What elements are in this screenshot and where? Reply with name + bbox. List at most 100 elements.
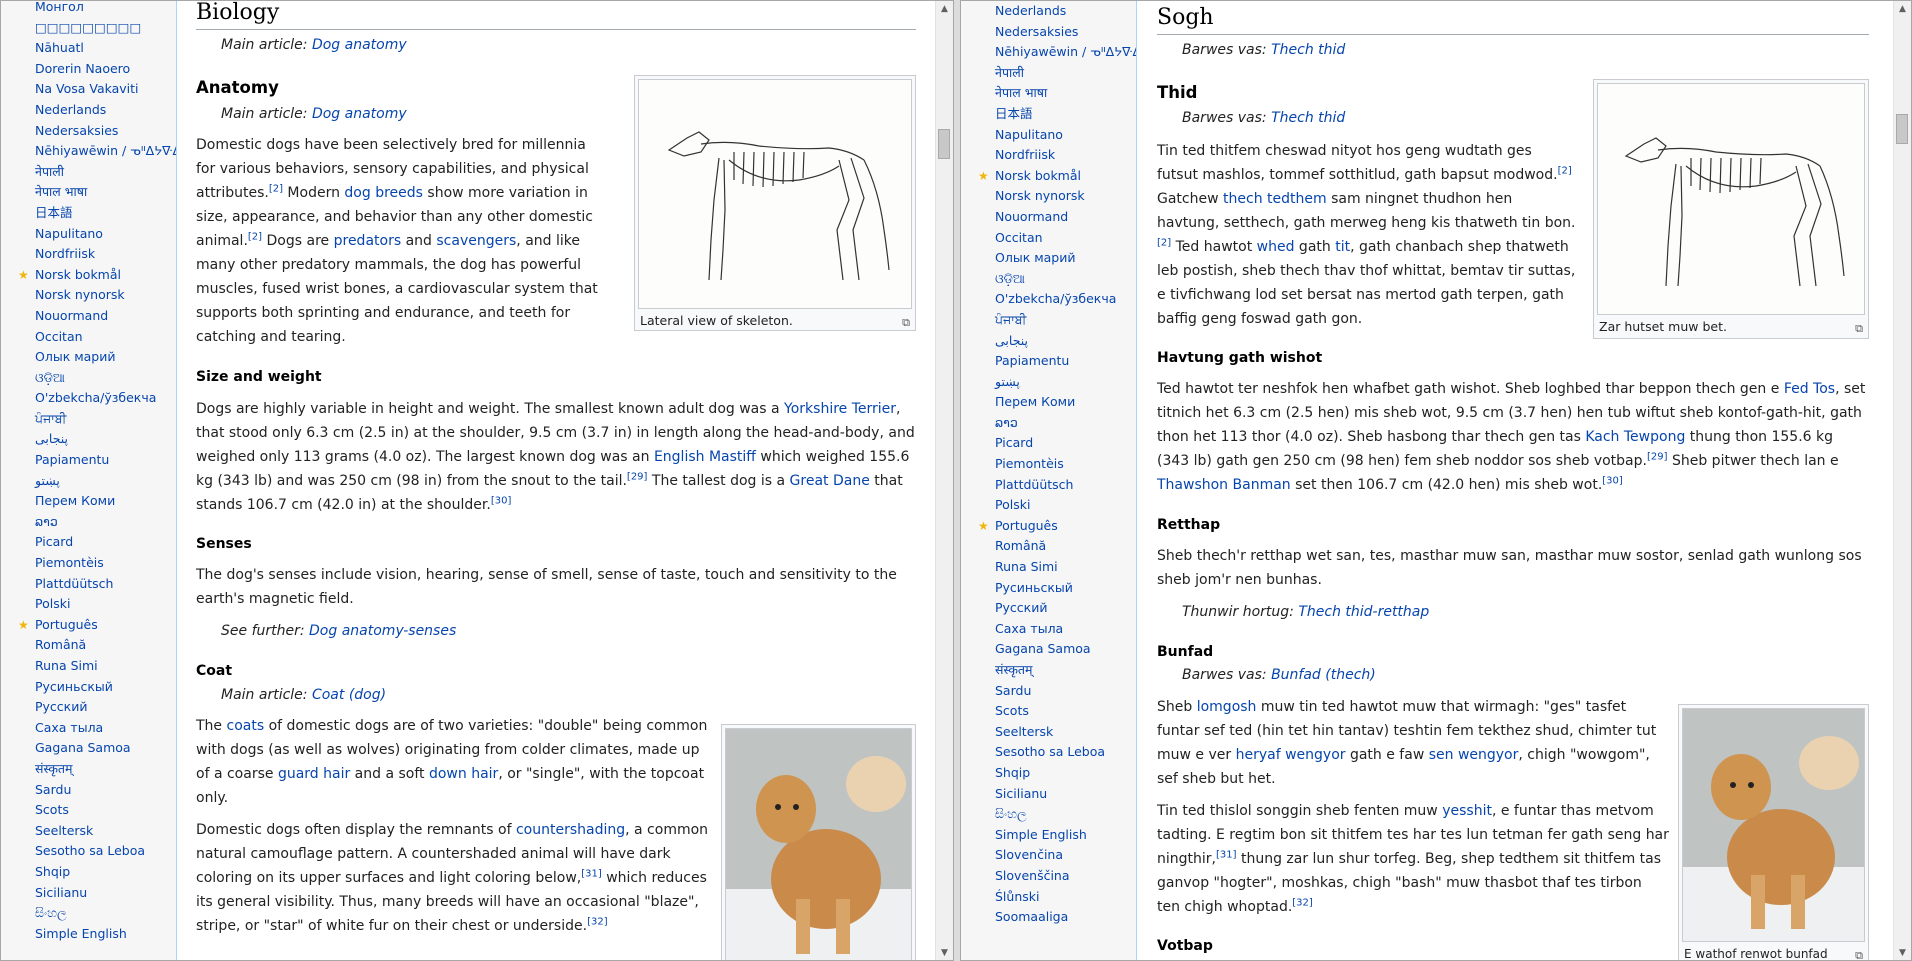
language-link[interactable]: Seeltersk — [1, 821, 176, 842]
down-hair-link[interactable]: down hair — [429, 766, 498, 782]
language-link[interactable]: Norsk nynorsk — [1, 285, 176, 306]
language-label[interactable]: Саха тыла — [995, 621, 1063, 636]
language-label[interactable]: Plattdüütsch — [35, 576, 113, 591]
language-label[interactable]: Slovenčina — [995, 847, 1063, 862]
language-label[interactable]: Nedersaksies — [995, 24, 1078, 39]
citation[interactable]: [31] — [581, 868, 602, 879]
language-label[interactable]: Перем Коми — [995, 394, 1075, 409]
language-label[interactable]: ଓଡ଼ିଆ — [35, 370, 65, 385]
yesshit-link[interactable]: yesshit — [1442, 803, 1492, 819]
language-link[interactable]: Sesotho sa Leboa — [961, 742, 1136, 763]
language-link[interactable]: Scots — [961, 701, 1136, 722]
language-label[interactable]: Polski — [995, 497, 1030, 512]
thid-main-link[interactable]: Thech thid — [1271, 110, 1345, 126]
citation[interactable]: [2] — [1558, 165, 1572, 176]
language-label[interactable]: Nēhiyawēwin / ᓀᐦᐃᔭᐍᐏᐣ — [995, 44, 1136, 59]
language-label[interactable]: Русиньскый — [995, 580, 1073, 595]
language-link[interactable]: ລາວ — [1, 512, 176, 533]
language-link[interactable]: Русиньскый — [961, 578, 1136, 599]
scroll-down-icon[interactable]: ▼ — [936, 945, 953, 960]
language-label[interactable]: ଓଡ଼ିଆ — [995, 271, 1025, 286]
language-label[interactable]: Перем Коми — [35, 493, 115, 508]
citation[interactable]: [31] — [1216, 849, 1237, 860]
language-link[interactable]: O'zbekcha/ўзбекча — [961, 289, 1136, 310]
language-label[interactable]: ਪੰਜਾਬੀ — [35, 411, 66, 426]
citation[interactable]: [2] — [248, 231, 262, 242]
dog-breeds-link[interactable]: dog breeds — [344, 185, 423, 201]
language-link[interactable]: සිංහල — [961, 804, 1136, 825]
language-link[interactable]: Монгол — [1, 1, 176, 18]
language-link[interactable]: Nouormand — [961, 207, 1136, 228]
language-label[interactable]: संस्कृतम् — [995, 662, 1033, 677]
language-label[interactable]: Português — [35, 617, 98, 632]
language-label[interactable]: Română — [995, 538, 1046, 553]
language-link[interactable]: Napulitano — [961, 125, 1136, 146]
whed-link[interactable]: whed — [1257, 239, 1295, 255]
kach-tewpong-link[interactable]: Kach Tewpong — [1585, 429, 1685, 445]
language-label[interactable]: 日本語 — [35, 205, 73, 220]
thech-thid-link[interactable]: Thech thid — [1271, 42, 1345, 58]
language-label[interactable]: Nederlands — [35, 102, 106, 117]
language-label[interactable]: සිංහල — [35, 905, 67, 920]
language-label[interactable]: संस्कृतम् — [35, 761, 73, 776]
language-link[interactable]: Runa Simi — [961, 557, 1136, 578]
fed-tos-link[interactable]: Fed Tos — [1784, 381, 1835, 397]
language-label[interactable]: Nāhuatl — [35, 40, 84, 55]
language-label[interactable]: Português — [995, 518, 1058, 533]
language-label[interactable]: Scots — [35, 802, 69, 817]
language-label[interactable]: پښتو — [35, 473, 60, 488]
language-link[interactable]: Polski — [1, 594, 176, 615]
language-label[interactable]: Dorerin Naoero — [35, 61, 130, 76]
language-label[interactable]: Picard — [995, 435, 1033, 450]
language-link[interactable]: ລາວ — [961, 413, 1136, 434]
language-link[interactable]: پنجابی — [1, 429, 176, 450]
language-link[interactable]: پنجابی — [961, 331, 1136, 352]
language-label[interactable]: Scots — [995, 703, 1029, 718]
language-label[interactable]: Polski — [35, 596, 70, 611]
language-link[interactable]: Nāhuatl — [1, 38, 176, 59]
language-label[interactable]: Sicilianu — [35, 885, 87, 900]
anatomy-main-link[interactable]: Dog anatomy — [312, 106, 407, 122]
language-link[interactable]: Sicilianu — [1, 883, 176, 904]
coats-link[interactable]: coats — [227, 718, 265, 734]
coat-main-link[interactable]: Coat (dog) — [312, 687, 386, 703]
citation[interactable]: [29] — [627, 471, 648, 482]
language-label[interactable]: नेपाल भाषा — [35, 184, 87, 199]
language-label[interactable]: ລາວ — [35, 514, 58, 529]
language-label[interactable]: 日本語 — [995, 106, 1033, 121]
language-label[interactable]: Gagana Samoa — [995, 641, 1091, 656]
language-label[interactable]: Seeltersk — [995, 724, 1053, 739]
citation[interactable]: [29] — [1647, 451, 1668, 462]
yorkshire-terrier-link[interactable]: Yorkshire Terrier — [784, 401, 896, 417]
language-label[interactable]: Papiamentu — [35, 452, 109, 467]
language-label[interactable]: پنجابی — [995, 333, 1028, 348]
language-label[interactable]: Nēhiyawēwin / ᓀᐦᐃᔭᐍᐏᐣ — [35, 143, 176, 158]
great-dane-link[interactable]: Great Dane — [790, 473, 870, 489]
language-link[interactable]: Nordfriisk — [1, 244, 176, 265]
heryaf-wengyor-link[interactable]: heryaf wengyor — [1236, 747, 1346, 763]
language-link[interactable]: ★ Português — [1, 615, 176, 636]
thawshon-banman-link[interactable]: Thawshon Banman — [1157, 477, 1291, 493]
countershading-link[interactable]: countershading — [516, 822, 625, 838]
language-link[interactable]: Polski — [961, 495, 1136, 516]
language-link[interactable]: Slovenčina — [961, 845, 1136, 866]
bunfad-main-link[interactable]: Bunfad (thech) — [1271, 667, 1376, 683]
language-link[interactable]: ★ Português — [961, 516, 1136, 537]
language-label[interactable]: Nederlands — [995, 3, 1066, 18]
language-label[interactable]: Runa Simi — [35, 658, 98, 673]
citation[interactable]: [30] — [491, 495, 512, 506]
enlarge-icon[interactable]: ⧉ — [1855, 320, 1863, 338]
language-link[interactable]: Runa Simi — [1, 656, 176, 677]
language-link[interactable]: Sardu — [961, 681, 1136, 702]
scrollbar-thumb[interactable] — [1896, 114, 1908, 144]
english-mastiff-link[interactable]: English Mastiff — [654, 449, 756, 465]
language-label[interactable]: Plattdüütsch — [995, 477, 1073, 492]
language-link[interactable]: Nēhiyawēwin / ᓀᐦᐃᔭᐍᐏᐣ — [961, 42, 1136, 63]
language-label[interactable]: Shqip — [995, 765, 1030, 780]
skeleton-image[interactable] — [638, 79, 912, 309]
language-label[interactable]: Piemontèis — [995, 456, 1064, 471]
language-label[interactable]: Seeltersk — [35, 823, 93, 838]
language-link[interactable]: Русский — [1, 697, 176, 718]
language-label[interactable]: नेपाल भाषा — [995, 85, 1047, 100]
citation[interactable]: [32] — [587, 916, 608, 927]
